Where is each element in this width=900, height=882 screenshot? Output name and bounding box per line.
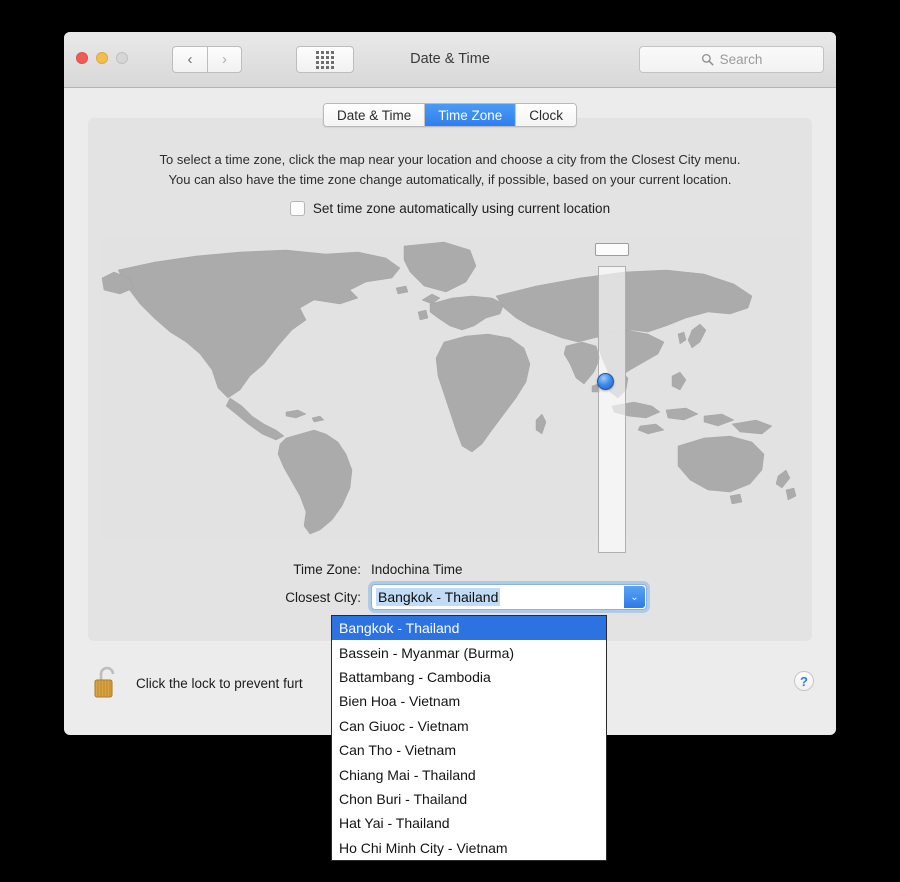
instruction-line-1: To select a time zone, click the map nea…	[159, 152, 741, 167]
time-zone-label: Time Zone:	[293, 561, 361, 577]
list-item[interactable]: Ho Chi Minh City - Vietnam	[332, 836, 606, 860]
location-marker[interactable]	[597, 373, 614, 390]
time-zone-row: Time Zone: Indochina Time	[88, 556, 812, 582]
list-item[interactable]: Chiang Mai - Thailand	[332, 762, 606, 786]
closest-city-dropdown-list[interactable]: Bangkok - Thailand Bassein - Myanmar (Bu…	[331, 615, 607, 861]
list-item[interactable]: Bangkok - Thailand	[332, 616, 606, 641]
instruction-text: To select a time zone, click the map nea…	[88, 150, 812, 190]
tab-time-zone[interactable]: Time Zone	[425, 104, 517, 126]
lock-message: Click the lock to prevent furt	[136, 675, 303, 691]
chevron-down-icon[interactable]: ⌄	[624, 586, 645, 608]
lock-control[interactable]: Click the lock to prevent furt	[92, 665, 303, 701]
world-map-graphic	[100, 238, 800, 538]
list-item[interactable]: Chon Buri - Thailand	[332, 787, 606, 811]
list-item[interactable]: Bien Hoa - Vietnam	[332, 689, 606, 713]
screen: ‹ › Date & Time Search Date & Time Time …	[0, 0, 900, 882]
instruction-line-2: You can also have the time zone change a…	[168, 172, 732, 188]
search-field[interactable]: Search	[639, 46, 824, 73]
auto-timezone-row[interactable]: Set time zone automatically using curren…	[88, 201, 812, 216]
timezone-label-box	[595, 243, 629, 256]
tab-clock[interactable]: Clock	[516, 104, 577, 126]
closest-city-value: Bangkok - Thailand	[376, 588, 501, 606]
tab-date-and-time[interactable]: Date & Time	[323, 104, 426, 126]
list-item[interactable]: Can Tho - Vietnam	[332, 738, 606, 762]
timezone-fields: Time Zone: Indochina Time Closest City: …	[88, 556, 812, 612]
closest-city-label: Closest City:	[285, 589, 361, 605]
help-button[interactable]: ?	[794, 671, 814, 691]
auto-timezone-checkbox[interactable]	[289, 201, 305, 216]
unlocked-padlock-icon[interactable]	[92, 665, 122, 701]
list-item[interactable]: Bassein - Myanmar (Burma)	[332, 640, 606, 664]
search-placeholder: Search	[719, 52, 763, 67]
list-item[interactable]: Can Giuoc - Vietnam	[332, 714, 606, 738]
world-map[interactable]	[100, 238, 800, 553]
closest-city-combobox[interactable]: Bangkok - Thailand ⌄	[371, 584, 647, 610]
preferences-tabbar: Date & Time Time Zone Clock	[322, 103, 578, 127]
search-icon	[701, 53, 714, 66]
time-zone-value: Indochina Time	[371, 561, 463, 577]
list-item[interactable]: Battambang - Cambodia	[332, 665, 606, 689]
timezone-highlight-band[interactable]	[598, 266, 626, 553]
auto-timezone-label: Set time zone automatically using curren…	[312, 201, 611, 216]
timezone-panel: Date & Time Time Zone Clock To select a …	[88, 103, 812, 641]
window-titlebar: ‹ › Date & Time Search	[64, 32, 836, 88]
closest-city-row: Closest City: Bangkok - Thailand ⌄	[88, 584, 812, 610]
list-item[interactable]: Hat Yai - Thailand	[332, 811, 606, 835]
